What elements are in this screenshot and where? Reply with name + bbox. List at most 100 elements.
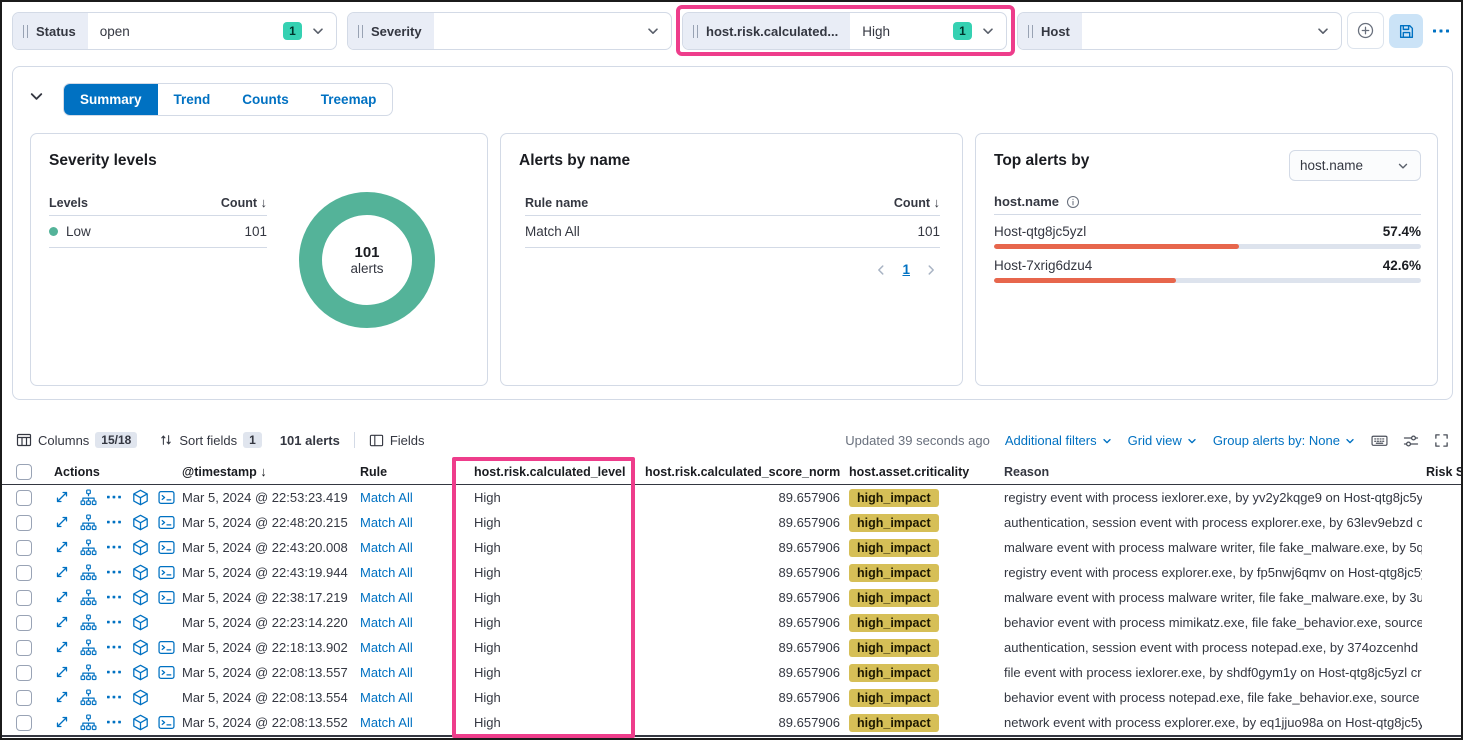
header-criticality[interactable]: host.asset.criticality — [840, 465, 998, 479]
expand-alert-icon[interactable] — [54, 614, 71, 631]
row-checkbox[interactable] — [16, 490, 32, 506]
next-page-icon[interactable] — [924, 263, 938, 277]
select-all-checkbox[interactable] — [16, 464, 32, 480]
open-session-view-icon[interactable] — [158, 714, 175, 731]
rule-link[interactable]: Match All — [360, 490, 413, 505]
more-actions-icon[interactable] — [106, 714, 123, 731]
open-session-view-icon[interactable] — [158, 514, 175, 531]
row-checkbox[interactable] — [16, 640, 32, 656]
row-checkbox[interactable] — [16, 590, 32, 606]
row-checkbox[interactable] — [16, 665, 32, 681]
analyze-event-icon[interactable] — [80, 614, 97, 631]
analyze-event-icon[interactable] — [80, 564, 97, 581]
tab-treemap[interactable]: Treemap — [305, 84, 393, 115]
header-risk[interactable]: Risk S — [1422, 465, 1463, 479]
filter-pill-severity[interactable]: Severity — [347, 12, 672, 50]
header-rule[interactable]: Rule — [360, 465, 465, 479]
investigate-in-timeline-icon[interactable] — [132, 489, 149, 506]
fullscreen-icon[interactable] — [1434, 433, 1449, 448]
expand-alert-icon[interactable] — [54, 489, 71, 506]
tab-counts[interactable]: Counts — [226, 84, 305, 115]
grid-view-button[interactable]: Grid view — [1128, 433, 1198, 448]
header-risk-level[interactable]: host.risk.calculated_level — [465, 465, 645, 479]
open-session-view-icon[interactable] — [158, 664, 175, 681]
investigate-in-timeline-icon[interactable] — [132, 514, 149, 531]
investigate-in-timeline-icon[interactable] — [132, 539, 149, 556]
group-alerts-by-button[interactable]: Group alerts by: None — [1213, 433, 1356, 448]
open-session-view-icon[interactable] — [158, 489, 175, 506]
expand-alert-icon[interactable] — [54, 664, 71, 681]
investigate-in-timeline-icon[interactable] — [132, 689, 149, 706]
analyze-event-icon[interactable] — [80, 714, 97, 731]
filter-pill-status[interactable]: Status open 1 — [12, 12, 337, 50]
more-actions-icon[interactable] — [106, 639, 123, 656]
expand-alert-icon[interactable] — [54, 639, 71, 656]
rule-link[interactable]: Match All — [360, 590, 413, 605]
rule-link[interactable]: Match All — [360, 565, 413, 580]
open-session-view-icon[interactable] — [158, 564, 175, 581]
more-actions-icon[interactable] — [106, 689, 123, 706]
row-checkbox[interactable] — [16, 690, 32, 706]
header-risk-score[interactable]: host.risk.calculated_score_norm — [645, 465, 840, 479]
tab-trend[interactable]: Trend — [158, 84, 227, 115]
chevron-down-icon[interactable] — [310, 23, 326, 39]
display-options-icon[interactable] — [1403, 433, 1419, 449]
more-actions-icon[interactable] — [106, 489, 123, 506]
analyze-event-icon[interactable] — [80, 664, 97, 681]
more-actions-icon[interactable] — [106, 664, 123, 681]
page-number[interactable]: 1 — [902, 262, 910, 277]
analyze-event-icon[interactable] — [80, 589, 97, 606]
keyboard-shortcuts-icon[interactable] — [1371, 432, 1388, 449]
row-checkbox[interactable] — [16, 565, 32, 581]
column-header-count[interactable]: Count — [221, 196, 257, 210]
investigate-in-timeline-icon[interactable] — [132, 639, 149, 656]
expand-alert-icon[interactable] — [54, 689, 71, 706]
row-checkbox[interactable] — [16, 715, 32, 731]
expand-alert-icon[interactable] — [54, 514, 71, 531]
more-actions-icon[interactable] — [106, 589, 123, 606]
info-icon[interactable] — [1066, 195, 1080, 209]
more-actions-icon[interactable] — [106, 564, 123, 581]
investigate-in-timeline-icon[interactable] — [132, 714, 149, 731]
save-query-button[interactable] — [1389, 14, 1423, 48]
rule-link[interactable]: Match All — [360, 540, 413, 555]
rule-link[interactable]: Match All — [360, 615, 413, 630]
analyze-event-icon[interactable] — [80, 514, 97, 531]
rule-link[interactable]: Match All — [360, 665, 413, 680]
expand-alert-icon[interactable] — [54, 539, 71, 556]
chevron-down-icon[interactable] — [980, 23, 996, 39]
analyze-event-icon[interactable] — [80, 689, 97, 706]
expand-alert-icon[interactable] — [54, 589, 71, 606]
expand-alert-icon[interactable] — [54, 564, 71, 581]
more-actions-icon[interactable] — [106, 539, 123, 556]
additional-filters-button[interactable]: Additional filters — [1005, 433, 1113, 448]
query-menu-button[interactable] — [1429, 23, 1453, 39]
rule-link[interactable]: Match All — [360, 640, 413, 655]
analyze-event-icon[interactable] — [80, 639, 97, 656]
more-actions-icon[interactable] — [106, 514, 123, 531]
rule-link[interactable]: Match All — [360, 515, 413, 530]
header-timestamp[interactable]: @timestamp ↓ — [182, 464, 360, 479]
investigate-in-timeline-icon[interactable] — [132, 614, 149, 631]
chevron-down-icon[interactable] — [1315, 23, 1331, 39]
row-checkbox[interactable] — [16, 540, 32, 556]
row-checkbox[interactable] — [16, 515, 32, 531]
sort-fields-button[interactable]: Sort fields 1 — [159, 432, 262, 448]
expand-alert-icon[interactable] — [54, 714, 71, 731]
more-actions-icon[interactable] — [106, 614, 123, 631]
open-session-view-icon[interactable] — [158, 589, 175, 606]
drag-handle-icon[interactable] — [1028, 25, 1033, 38]
analyze-event-icon[interactable] — [80, 539, 97, 556]
analyze-event-icon[interactable] — [80, 489, 97, 506]
tab-summary[interactable]: Summary — [64, 84, 158, 115]
collapse-summary-chevron-icon[interactable] — [27, 87, 46, 106]
investigate-in-timeline-icon[interactable] — [132, 589, 149, 606]
columns-button[interactable]: Columns 15/18 — [16, 432, 137, 448]
drag-handle-icon[interactable] — [23, 25, 28, 38]
top-alerts-field-select[interactable]: host.name — [1289, 150, 1421, 181]
open-session-view-icon[interactable] — [158, 539, 175, 556]
open-session-view-icon[interactable] — [158, 639, 175, 656]
rule-link[interactable]: Match All — [360, 715, 413, 730]
column-header-count[interactable]: Count — [894, 196, 930, 210]
drag-handle-icon[interactable] — [358, 25, 363, 38]
